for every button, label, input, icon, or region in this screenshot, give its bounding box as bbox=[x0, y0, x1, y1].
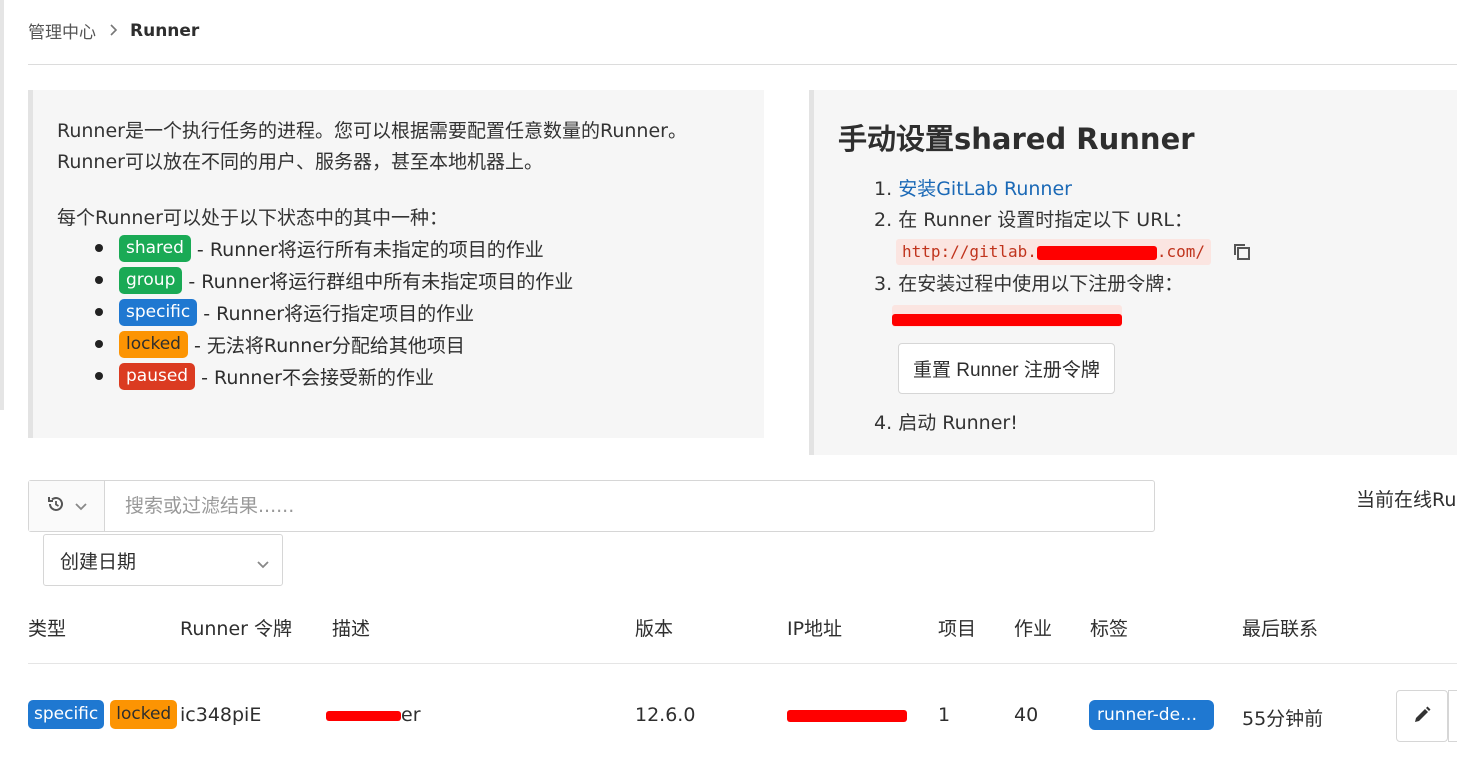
step-text: 在 Runner 设置时指定以下 URL： bbox=[898, 209, 1193, 231]
search-input[interactable] bbox=[105, 481, 1154, 531]
intro-line-1: Runner是一个执行任务的进程。您可以根据需要配置任意数量的Runner。 bbox=[57, 120, 687, 142]
state-description: - Runner将运行所有未指定的项目的作业 bbox=[196, 238, 544, 261]
left-scroll-edge bbox=[0, 0, 4, 410]
locked-badge: locked bbox=[110, 700, 178, 729]
redaction-mark bbox=[1036, 245, 1157, 260]
column-header-description: 描述 bbox=[332, 618, 371, 640]
intro-text: Runner是一个执行任务的进程。您可以根据需要配置任意数量的Runner。 R… bbox=[57, 116, 740, 178]
chevron-down-icon bbox=[256, 553, 270, 575]
state-description: - 无法将Runner分配给其他项目 bbox=[193, 334, 465, 357]
intro-line-2: Runner可以放在不同的用户、服务器，甚至本地机器上。 bbox=[57, 151, 543, 173]
column-header-version: 版本 bbox=[635, 618, 674, 640]
setup-steps: 1. 安装GitLab Runner 2. 在 Runner 设置时指定以下 U… bbox=[874, 174, 1433, 439]
runner-ip-address bbox=[787, 704, 907, 726]
shared-badge: shared bbox=[119, 234, 191, 262]
recent-searches-button[interactable] bbox=[29, 481, 105, 531]
state-list: shared - Runner将运行所有未指定的项目的作业 group - Ru… bbox=[95, 232, 740, 392]
runner-version: 12.6.0 bbox=[635, 704, 696, 726]
registration-token bbox=[892, 304, 1122, 327]
specific-badge: specific bbox=[119, 298, 198, 326]
runner-token-link[interactable]: ic348piE bbox=[180, 704, 261, 726]
history-icon bbox=[46, 494, 66, 519]
breadcrumb-runner[interactable]: Runner bbox=[130, 21, 199, 41]
setup-step-1: 1. 安装GitLab Runner bbox=[874, 174, 1433, 205]
column-header-jobs: 作业 bbox=[1014, 618, 1053, 640]
state-description: - Runner不会接受新的作业 bbox=[201, 366, 434, 389]
setup-step-4: 4. 启动 Runner! bbox=[874, 408, 1433, 439]
runner-last-contact: 55分钟前 bbox=[1242, 708, 1324, 730]
list-item: shared - Runner将运行所有未指定的项目的作业 bbox=[95, 232, 740, 264]
runner-projects-count: 1 bbox=[938, 704, 951, 726]
runner-jobs-count: 40 bbox=[1014, 704, 1039, 726]
states-title: 每个Runner可以处于以下状态中的其中一种： bbox=[57, 207, 448, 229]
step-number: 3. bbox=[874, 273, 893, 295]
step-text: 在安装过程中使用以下注册令牌： bbox=[898, 273, 1184, 295]
paused-badge: paused bbox=[119, 362, 196, 390]
group-badge: group bbox=[119, 266, 183, 294]
runner-info-panel: Runner是一个执行任务的进程。您可以根据需要配置任意数量的Runner。 R… bbox=[28, 90, 764, 438]
edit-runner-button[interactable] bbox=[1396, 690, 1448, 742]
list-item: paused - Runner不会接受新的作业 bbox=[95, 360, 740, 392]
step-text: 启动 Runner! bbox=[898, 412, 1018, 434]
setup-step-3: 3. 在安装过程中使用以下注册令牌： bbox=[874, 269, 1433, 331]
bullet-icon bbox=[95, 276, 103, 284]
filter-bar bbox=[28, 480, 1155, 532]
list-item: group - Runner将运行群组中所有未指定项目的作业 bbox=[95, 264, 740, 296]
step-number: 4. bbox=[874, 412, 893, 434]
list-item: locked - 无法将Runner分配给其他项目 bbox=[95, 328, 740, 360]
chevron-down-icon bbox=[74, 495, 88, 517]
copy-icon[interactable] bbox=[1231, 241, 1253, 263]
column-header-tags: 标签 bbox=[1090, 618, 1129, 640]
description-suffix: er bbox=[401, 704, 421, 726]
redaction-mark bbox=[326, 710, 401, 721]
setup-step-2: 2. 在 Runner 设置时指定以下 URL： http://gitlab..… bbox=[874, 205, 1433, 267]
url-suffix: .com/ bbox=[1156, 242, 1206, 261]
step-number: 1. bbox=[874, 178, 893, 200]
bullet-icon bbox=[95, 308, 103, 316]
locked-badge: locked bbox=[119, 330, 188, 358]
breadcrumb-admin-area[interactable]: 管理中心 bbox=[28, 18, 96, 43]
runner-tag-badge: runner-depl... bbox=[1089, 700, 1214, 730]
bullet-icon bbox=[95, 340, 103, 348]
list-item: specific - Runner将运行指定项目的作业 bbox=[95, 296, 740, 328]
setup-step-reset: 重置 Runner 注册令牌 bbox=[874, 331, 1433, 394]
column-header-last-contact: 最后联系 bbox=[1242, 618, 1319, 640]
sort-dropdown[interactable]: 创建日期 bbox=[43, 534, 283, 586]
bullet-icon bbox=[95, 372, 103, 380]
install-runner-link[interactable]: 安装GitLab Runner bbox=[898, 178, 1072, 200]
coordinator-url: http://gitlab. .com/ bbox=[896, 239, 1212, 265]
pause-runner-button[interactable] bbox=[1448, 690, 1457, 742]
runner-type-badges: specific locked bbox=[28, 700, 178, 729]
column-header-type: 类型 bbox=[28, 618, 67, 640]
pencil-icon bbox=[1412, 705, 1432, 728]
state-description: - Runner将运行群组中所有未指定项目的作业 bbox=[188, 270, 574, 293]
sort-value: 创建日期 bbox=[60, 550, 137, 573]
chevron-right-icon bbox=[108, 22, 118, 40]
breadcrumb: 管理中心 Runner bbox=[28, 18, 199, 44]
step-number: 2. bbox=[874, 209, 893, 231]
redaction-mark bbox=[787, 709, 907, 722]
header-divider bbox=[28, 64, 1457, 65]
state-description: - Runner将运行指定项目的作业 bbox=[203, 302, 475, 325]
url-prefix: http://gitlab. bbox=[902, 242, 1037, 261]
bullet-icon bbox=[95, 244, 103, 252]
online-runners-label: 当前在线Ru bbox=[1356, 489, 1457, 511]
specific-badge: specific bbox=[28, 700, 105, 729]
redaction-mark bbox=[892, 313, 1122, 326]
column-header-ip: IP地址 bbox=[787, 618, 843, 640]
table-divider bbox=[28, 663, 1457, 664]
runner-description: er bbox=[326, 704, 421, 726]
column-header-projects: 项目 bbox=[938, 618, 977, 640]
setup-title: 手动设置shared Runner bbox=[838, 122, 1195, 156]
column-header-token: Runner 令牌 bbox=[180, 618, 293, 640]
reset-token-button[interactable]: 重置 Runner 注册令牌 bbox=[898, 343, 1115, 394]
manual-setup-panel: 手动设置shared Runner 1. 安装GitLab Runner 2. … bbox=[809, 90, 1457, 455]
